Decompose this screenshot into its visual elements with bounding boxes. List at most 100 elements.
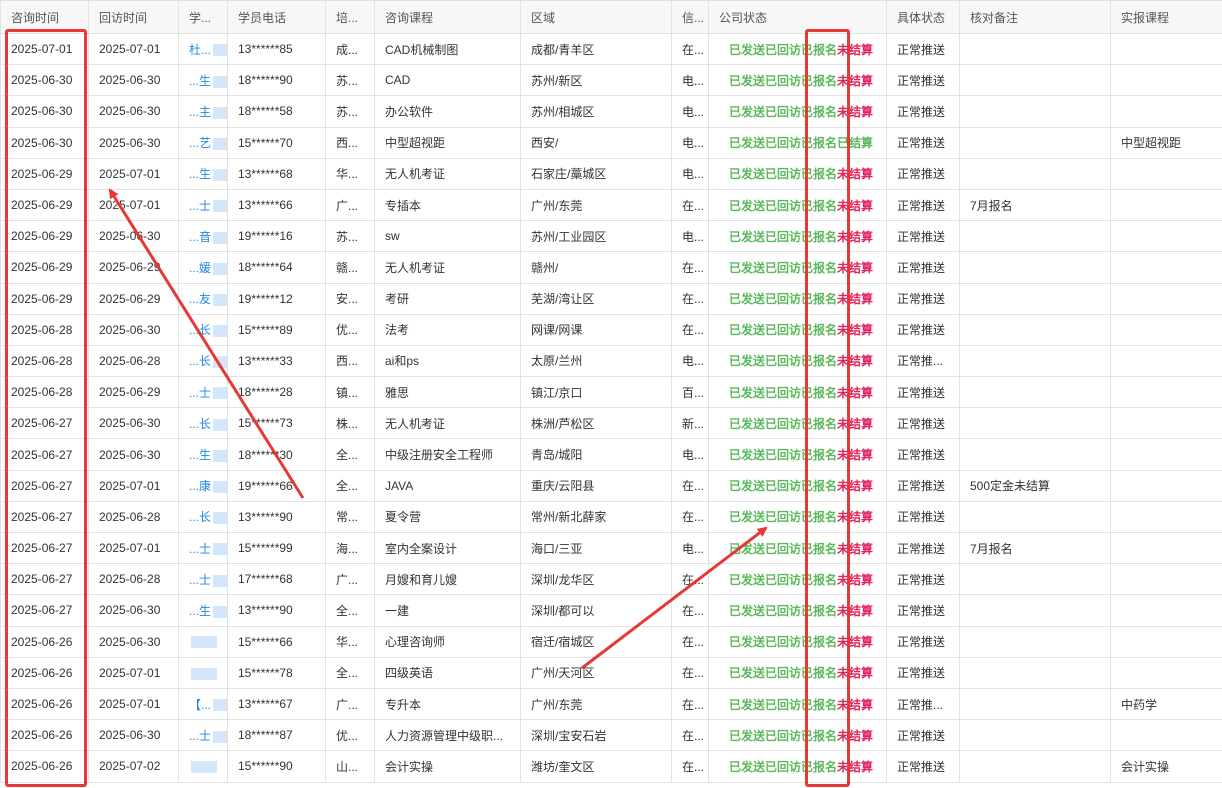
- col-course[interactable]: 咨询课程: [374, 0, 521, 34]
- col-training[interactable]: 培...: [325, 0, 375, 34]
- table-row[interactable]: 2025-06-28 2025-06-30 ...长 15******89 优... 法考…: [0, 313, 1222, 346]
- col-detail-status[interactable]: 具体状态: [886, 0, 960, 34]
- cell-company-status: 已发送已回访已报名未结算: [708, 157, 887, 190]
- status-enrolled: 已报名: [801, 292, 838, 307]
- table-row[interactable]: 2025-06-27 2025-06-30 ...生 18******30 全... 中级…: [0, 438, 1222, 471]
- col-phone[interactable]: 学员电话: [227, 0, 326, 34]
- status-visited: 已回访: [765, 510, 802, 525]
- cell-info: 在...: [671, 687, 709, 721]
- table-row[interactable]: 2025-07-01 2025-07-01 杜... 13******85 成... CA…: [0, 32, 1222, 66]
- col-area[interactable]: 区域: [520, 0, 672, 34]
- cell-detail: 正常推送: [886, 220, 960, 253]
- col-consult-time[interactable]: 咨询时间: [0, 0, 89, 34]
- cell-phone: 13******90: [227, 500, 326, 534]
- cell-train: 优...: [325, 719, 375, 752]
- cell-phone: 13******68: [227, 157, 326, 190]
- table-row[interactable]: 2025-06-28 2025-06-29 ...士 18******28 镇... 雅思…: [0, 376, 1222, 409]
- cell-area: 青岛/城阳: [520, 438, 672, 471]
- cell-area: 广州/天河区: [520, 656, 672, 689]
- cell-actual: [1110, 188, 1222, 222]
- cell-name[interactable]: ...长: [178, 344, 228, 378]
- status-sent: 已发送: [729, 697, 766, 712]
- status-unsettled: 未结算: [837, 260, 874, 275]
- status-unsettled: 未结算: [837, 510, 874, 525]
- cell-phone: 13******66: [227, 188, 326, 222]
- table-row[interactable]: 2025-06-26 2025-07-02 15******90 山... 会计实操 潍坊…: [0, 750, 1222, 783]
- cell-course: 会计实操: [374, 750, 521, 783]
- table-row[interactable]: 2025-06-27 2025-06-30 ...生 13******90 全... 一建…: [0, 594, 1222, 627]
- cell-name[interactable]: ...音: [178, 220, 228, 253]
- status-enrolled: 已报名: [801, 541, 838, 556]
- table-row[interactable]: 2025-06-26 2025-07-01 15******78 全... 四级英语 广州…: [0, 656, 1222, 689]
- cell-name[interactable]: ...康: [178, 469, 228, 502]
- cell-name[interactable]: ...生: [178, 438, 228, 471]
- status-sent: 已发送: [729, 572, 766, 587]
- cell-name[interactable]: ...士: [178, 563, 228, 596]
- table-row[interactable]: 2025-06-27 2025-06-28 ...长 13******90 常... 夏令…: [0, 500, 1222, 534]
- cell-name[interactable]: ...艺: [178, 126, 228, 159]
- table-row[interactable]: 2025-06-30 2025-06-30 ...艺 15******70 西... 中型…: [0, 126, 1222, 159]
- status-enrolled: 已报名: [801, 73, 838, 88]
- table-row[interactable]: 2025-06-27 2025-07-01 ...士 15******99 海... 室内…: [0, 531, 1222, 565]
- cell-name[interactable]: ...媛: [178, 251, 228, 284]
- cell-train: 株...: [325, 407, 375, 440]
- status-settled: 已结算: [837, 136, 874, 151]
- table-row[interactable]: 2025-06-26 2025-06-30 ...士 18******87 优... 人力…: [0, 719, 1222, 752]
- table-row[interactable]: 2025-06-30 2025-06-30 ...主 18******58 苏... 办公…: [0, 95, 1222, 128]
- col-student[interactable]: 学...: [178, 0, 228, 34]
- table-row[interactable]: 2025-06-27 2025-06-28 ...士 17******68 广... 月嫂…: [0, 563, 1222, 596]
- table-row[interactable]: 2025-06-27 2025-06-30 ...长 15******73 株... 无人…: [0, 407, 1222, 440]
- cell-consult: 2025-06-30: [0, 95, 89, 128]
- table-row[interactable]: 2025-06-26 2025-06-30 15******66 华... 心理咨询师宿…: [0, 625, 1222, 658]
- table-row[interactable]: 2025-06-29 2025-07-01 ...生 13******68 华... 无人…: [0, 157, 1222, 190]
- status-unsettled: 未结算: [837, 479, 874, 494]
- cell-visit: 2025-06-30: [88, 407, 179, 440]
- cell-name[interactable]: ...友: [178, 282, 228, 315]
- cell-name[interactable]: ...士: [178, 376, 228, 409]
- cell-visit: 2025-07-01: [88, 531, 179, 565]
- col-visit-time[interactable]: 回访时间: [88, 0, 179, 34]
- cell-note: [959, 407, 1111, 440]
- cell-name[interactable]: ...生: [178, 64, 228, 97]
- table-row[interactable]: 2025-06-28 2025-06-28 ...长 13******33 西... ai…: [0, 344, 1222, 378]
- cell-name[interactable]: ...士: [178, 188, 228, 222]
- cell-name[interactable]: ...生: [178, 157, 228, 190]
- cell-name[interactable]: ...长: [178, 500, 228, 534]
- status-enrolled: 已报名: [801, 385, 838, 400]
- cell-name[interactable]: ...士: [178, 719, 228, 752]
- table-row[interactable]: 2025-06-27 2025-07-01 ...康 19******66 全... JA…: [0, 469, 1222, 502]
- cell-area: 宿迁/宿城区: [520, 625, 672, 658]
- cell-course: 心理咨询师: [374, 625, 521, 658]
- cell-name[interactable]: [178, 750, 228, 783]
- cell-name[interactable]: 【...: [178, 687, 228, 721]
- cell-phone: 18******90: [227, 64, 326, 97]
- col-info[interactable]: 信...: [671, 0, 709, 34]
- blurred-name: [213, 543, 227, 556]
- table-row[interactable]: 2025-06-29 2025-06-29 ...友 19******12 安... 考研…: [0, 282, 1222, 315]
- table-row[interactable]: 2025-06-30 2025-06-30 ...生 18******90 苏... CA…: [0, 64, 1222, 97]
- cell-name[interactable]: 杜...: [178, 32, 228, 66]
- cell-name[interactable]: [178, 656, 228, 689]
- cell-note: [959, 313, 1111, 346]
- cell-consult: 2025-06-27: [0, 500, 89, 534]
- table-row[interactable]: 2025-06-29 2025-06-30 ...音 19******16 苏... sw…: [0, 220, 1222, 253]
- cell-name[interactable]: ...士: [178, 531, 228, 565]
- cell-name[interactable]: [178, 625, 228, 658]
- status-unsettled: 未结算: [837, 167, 874, 182]
- cell-name[interactable]: ...生: [178, 594, 228, 627]
- table-row[interactable]: 2025-06-29 2025-06-29 ...媛 18******64 赣... 无人…: [0, 251, 1222, 284]
- cell-name[interactable]: ...长: [178, 407, 228, 440]
- cell-phone: 18******64: [227, 251, 326, 284]
- col-note[interactable]: 核对备注: [959, 0, 1111, 34]
- col-actual-course[interactable]: 实报课程: [1110, 0, 1222, 34]
- cell-actual: [1110, 220, 1222, 253]
- col-company-status[interactable]: 公司状态: [708, 0, 887, 34]
- table-row[interactable]: 2025-06-29 2025-07-01 ...士 13******66 广... 专插…: [0, 188, 1222, 222]
- status-enrolled: 已报名: [801, 416, 838, 431]
- cell-course: ai和ps: [374, 344, 521, 378]
- cell-company-status: 已发送已回访已报名未结算: [708, 687, 887, 721]
- cell-name[interactable]: ...长: [178, 313, 228, 346]
- cell-name[interactable]: ...主: [178, 95, 228, 128]
- cell-phone: 15******78: [227, 656, 326, 689]
- table-row[interactable]: 2025-06-26 2025-07-01 【... 13******67 广... 专升…: [0, 687, 1222, 721]
